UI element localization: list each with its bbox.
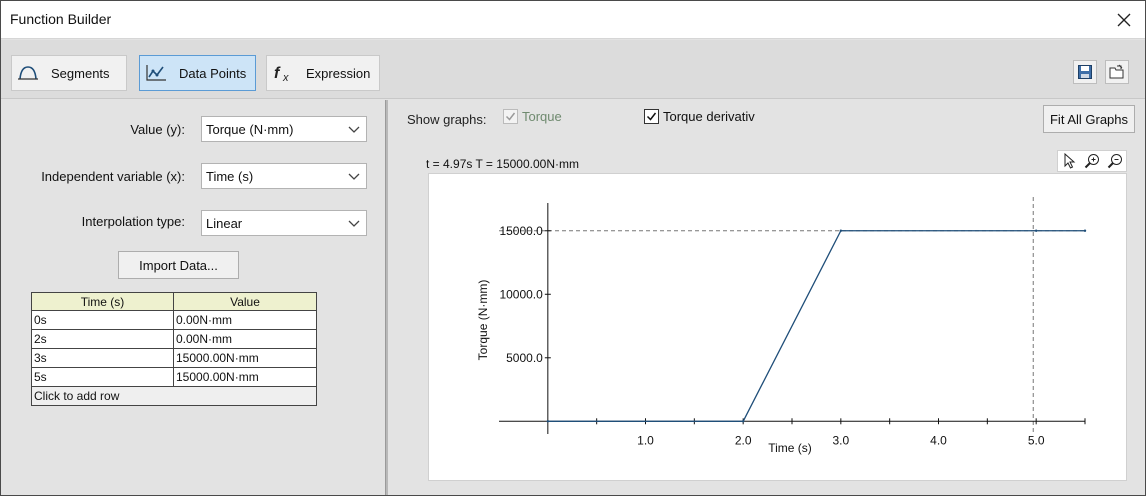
zoom-in-tool-button[interactable]: [1081, 151, 1104, 171]
column-header-value[interactable]: Value: [173, 292, 317, 311]
data-point: [839, 229, 843, 232]
torque-checkbox-box: [503, 109, 518, 124]
close-button[interactable]: [1109, 5, 1139, 35]
save-button[interactable]: [1073, 60, 1097, 84]
torque-checkbox-label: Torque: [522, 109, 562, 124]
graph-panel: Show graphs: Torque Torque derivativ Fit…: [388, 100, 1145, 495]
show-graphs-label: Show graphs:: [407, 112, 487, 127]
data-point: [1034, 229, 1038, 232]
time-cell[interactable]: 2s: [31, 329, 174, 349]
tab-label: Expression: [306, 65, 371, 81]
value-cell[interactable]: 15000.00N·mm: [173, 348, 317, 368]
value-select-text: Torque (N·mm): [206, 121, 294, 137]
checkmark-icon: [505, 112, 516, 121]
torque-derivative-checkbox-label: Torque derivativ: [663, 109, 755, 124]
data-points-panel: Value (y): Torque (N·mm) Independent var…: [1, 100, 385, 495]
window-title: Function Builder: [10, 11, 112, 27]
interpolation-type-select[interactable]: Linear: [201, 210, 367, 236]
torque-checkbox[interactable]: Torque: [503, 109, 562, 124]
add-row-cell[interactable]: Click to add row: [31, 386, 317, 406]
tab-expression[interactable]: f x Expression: [266, 55, 380, 91]
checkmark-icon: [646, 112, 657, 121]
data-points-table: Time (s) Value 0s 0.00N·mm 2s 0.00N·mm 3…: [31, 292, 317, 406]
function-builder-window: Function Builder Segments Data Points f …: [0, 0, 1146, 496]
independent-variable-select-text: Time (s): [206, 168, 254, 184]
import-data-button[interactable]: Import Data...: [118, 251, 239, 279]
value-label: Value (y):: [130, 122, 185, 137]
table-row[interactable]: 0s 0.00N·mm: [31, 310, 317, 330]
x-tick-label: 5.0: [1028, 433, 1045, 447]
torque-chart: 1.0 2.0 3.0 4.0 5.0 5000.0 10000.0 15000.0 Time…: [476, 197, 1087, 455]
tab-label: Segments: [51, 65, 110, 81]
y-tick-label: 10000.0: [499, 287, 543, 301]
pointer-icon: [1064, 153, 1076, 169]
value-cell[interactable]: 0.00N·mm: [173, 310, 317, 330]
tab-data-points[interactable]: Data Points: [139, 55, 256, 91]
data-points-icon: [143, 62, 169, 84]
data-point: [1083, 229, 1087, 232]
y-axis-label: Torque (N·mm): [476, 280, 490, 361]
pointer-tool-button[interactable]: [1058, 151, 1081, 171]
y-tick-label: 5000.0: [506, 351, 543, 365]
value-cell[interactable]: 0.00N·mm: [173, 329, 317, 349]
value-cell[interactable]: 15000.00N·mm: [173, 367, 317, 387]
torque-series-line: [547, 230, 1085, 422]
data-point: [741, 420, 745, 423]
segments-icon: [15, 62, 41, 84]
close-icon: [1117, 13, 1131, 27]
zoom-out-tool-button[interactable]: [1103, 151, 1126, 171]
open-button[interactable]: [1105, 60, 1129, 84]
x-tick-label: 2.0: [735, 433, 752, 447]
cursor-readout: t = 4.97s T = 15000.00N·mm: [426, 157, 579, 171]
tab-segments[interactable]: Segments: [11, 55, 127, 91]
plot-toolbar: [1057, 150, 1127, 172]
save-icon: [1078, 65, 1092, 79]
tab-label: Data Points: [179, 65, 247, 81]
chevron-down-icon: [348, 220, 360, 227]
open-folder-icon: [1109, 64, 1124, 79]
plot-area[interactable]: 1.0 2.0 3.0 4.0 5.0 5000.0 10000.0 15000.0 Time…: [428, 173, 1127, 481]
independent-variable-label: Independent variable (x):: [41, 169, 185, 184]
table-row[interactable]: 5s 15000.00N·mm: [31, 367, 317, 387]
torque-derivative-checkbox-box: [644, 109, 659, 124]
torque-derivative-checkbox[interactable]: Torque derivativ: [644, 109, 755, 124]
chevron-down-icon: [348, 126, 360, 133]
time-cell[interactable]: 3s: [31, 348, 174, 368]
fit-all-graphs-button[interactable]: Fit All Graphs: [1043, 105, 1135, 133]
interpolation-type-select-text: Linear: [206, 215, 243, 231]
zoom-in-icon: [1084, 154, 1099, 169]
interpolation-type-label: Interpolation type:: [81, 214, 185, 229]
x-axis-label: Time (s): [768, 441, 812, 455]
fx-icon: f x: [270, 62, 296, 84]
table-row[interactable]: 2s 0.00N·mm: [31, 329, 317, 349]
value-select[interactable]: Torque (N·mm): [201, 116, 367, 142]
svg-text:f: f: [274, 65, 281, 82]
add-row[interactable]: Click to add row: [31, 386, 317, 406]
title-bar: Function Builder: [1, 1, 1145, 39]
x-tick-label: 3.0: [832, 433, 849, 447]
toolbar: Segments Data Points f x Expression: [1, 40, 1145, 99]
x-tick-label: 4.0: [930, 433, 947, 447]
time-cell[interactable]: 0s: [31, 310, 174, 330]
independent-variable-select[interactable]: Time (s): [201, 163, 367, 189]
time-cell[interactable]: 5s: [31, 367, 174, 387]
x-tick-label: 1.0: [637, 433, 654, 447]
svg-text:x: x: [282, 72, 289, 83]
chevron-down-icon: [348, 173, 360, 180]
data-point: [546, 420, 550, 423]
table-row[interactable]: 3s 15000.00N·mm: [31, 348, 317, 368]
y-tick-label: 15000.0: [499, 224, 543, 238]
zoom-out-icon: [1107, 154, 1122, 169]
column-header-time[interactable]: Time (s): [31, 292, 174, 311]
